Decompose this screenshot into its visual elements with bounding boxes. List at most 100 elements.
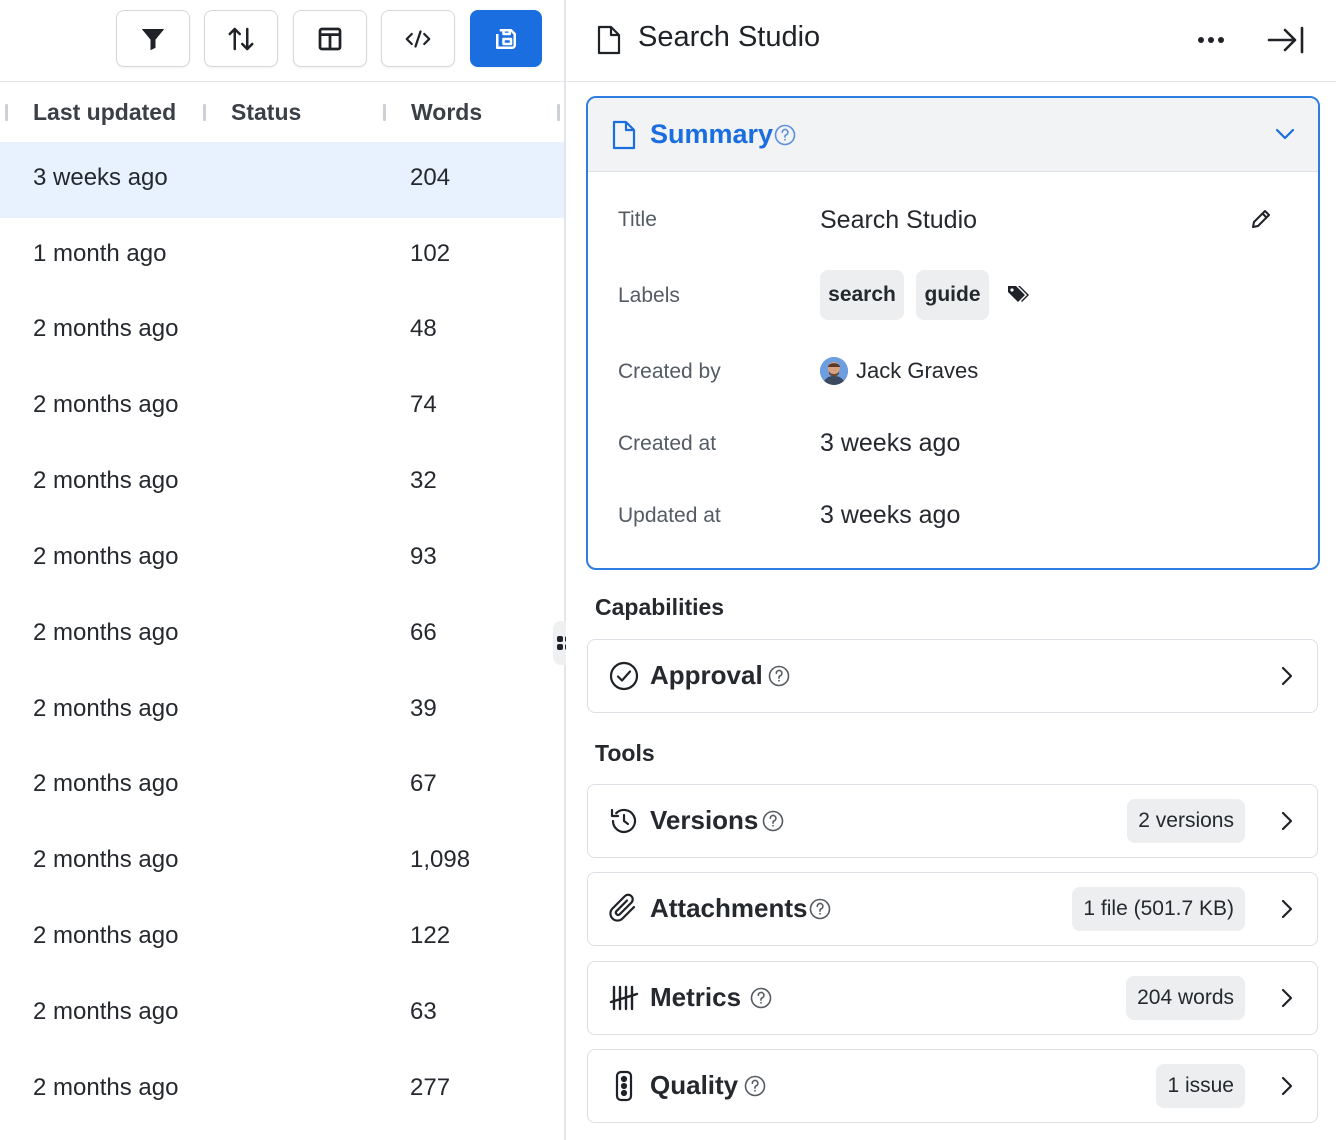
created-at-value: 3 weeks ago [820, 429, 961, 457]
summary-heading: Summary [650, 119, 774, 149]
versions-badge: 2 versions [1127, 799, 1245, 843]
label-chip[interactable]: search [820, 270, 904, 320]
updated-at-value: 3 weeks ago [820, 501, 961, 529]
label-chip[interactable]: guide [916, 270, 989, 320]
table-row[interactable]: 1 month ago 102 [0, 218, 564, 294]
save-icon [496, 28, 516, 49]
help-icon[interactable] [744, 1075, 766, 1097]
table-row[interactable]: 2 months ago 32 [0, 445, 564, 521]
cell-last-updated: 2 months ago [33, 619, 179, 646]
created-by-label: Created by [618, 360, 721, 383]
more-options-icon[interactable] [1196, 30, 1226, 50]
chevron-right-icon [1281, 1076, 1293, 1096]
table-row[interactable]: 2 months ago 93 [0, 521, 564, 597]
cell-words: 1,098 [410, 846, 471, 873]
column-header-last-updated[interactable]: Last updated [33, 99, 176, 126]
summary-header[interactable]: Summary [588, 98, 1318, 172]
cell-words: 67 [410, 770, 437, 797]
results-table-pane: Last updated Status Words 3 weeks ago 204… [0, 0, 564, 1140]
table-row[interactable]: 3 weeks ago 204 [0, 142, 564, 218]
cell-words: 122 [410, 922, 451, 949]
table-row[interactable]: 2 months ago 39 [0, 673, 564, 749]
cell-last-updated: 2 months ago [33, 391, 179, 418]
cell-last-updated: 2 months ago [33, 998, 179, 1025]
labels-label: Labels [618, 284, 680, 307]
detail-header: Search Studio [566, 0, 1336, 82]
attachments-card[interactable]: Attachments 1 file (501.7 KB) [587, 872, 1318, 946]
chevron-right-icon [1281, 666, 1293, 686]
table-row[interactable]: 2 months ago 122 [0, 900, 564, 976]
cell-words: 63 [410, 998, 437, 1025]
filter-icon [141, 28, 165, 50]
table-row[interactable]: 2 months ago 277 [0, 1052, 564, 1128]
chevron-right-icon [1281, 988, 1293, 1008]
column-resize-handle[interactable] [5, 104, 8, 121]
help-icon[interactable] [762, 810, 784, 832]
help-icon[interactable] [768, 665, 790, 687]
cell-last-updated: 2 months ago [33, 695, 179, 722]
collapse-panel-icon[interactable] [1266, 24, 1306, 56]
capabilities-heading: Capabilities [595, 594, 725, 620]
user-avatar-icon [820, 357, 848, 385]
cell-words: 66 [410, 619, 437, 646]
detail-panel: Search Studio Summary Title Search Studi… [566, 0, 1336, 1140]
sort-button[interactable] [204, 10, 278, 67]
table-row[interactable]: 2 months ago 63 [0, 976, 564, 1052]
table-row[interactable]: 2 months ago 67 [0, 748, 564, 824]
approval-card[interactable]: Approval [587, 639, 1318, 713]
metrics-title: Metrics [650, 982, 742, 1012]
columns-button[interactable] [293, 10, 367, 67]
column-header-status[interactable]: Status [231, 99, 301, 126]
table-header: Last updated Status Words [0, 83, 564, 142]
quality-title: Quality [650, 1070, 739, 1100]
cell-words: 204 [410, 164, 451, 191]
metrics-card[interactable]: Metrics 204 words [587, 961, 1318, 1035]
cell-last-updated: 2 months ago [33, 543, 179, 570]
paperclip-icon [609, 893, 636, 922]
created-by-value[interactable]: Jack Graves [856, 358, 978, 384]
cell-last-updated: 2 months ago [33, 922, 179, 949]
cell-words: 39 [410, 695, 437, 722]
quality-card[interactable]: Quality 1 issue [587, 1049, 1318, 1123]
document-icon [597, 25, 621, 55]
cell-words: 32 [410, 467, 437, 494]
column-resize-handle[interactable] [203, 104, 206, 121]
help-icon[interactable] [750, 987, 772, 1009]
check-circle-icon [609, 661, 639, 691]
document-icon [612, 120, 636, 150]
code-view-button[interactable] [381, 10, 455, 67]
save-view-button[interactable] [470, 10, 542, 67]
quality-badge: 1 issue [1156, 1064, 1245, 1108]
table-toolbar [0, 0, 564, 82]
column-resize-handle[interactable] [557, 104, 560, 121]
versions-card[interactable]: Versions 2 versions [587, 784, 1318, 858]
cell-words: 102 [410, 240, 451, 267]
attachments-title: Attachments [650, 893, 808, 923]
approval-title: Approval [650, 660, 763, 690]
column-header-words[interactable]: Words [411, 99, 482, 126]
edit-pencil-icon[interactable] [1249, 207, 1273, 231]
title-label: Title [618, 208, 657, 231]
cell-words: 277 [410, 1074, 451, 1101]
chevron-right-icon [1281, 811, 1293, 831]
table-row[interactable]: 2 months ago 74 [0, 369, 564, 445]
table-row[interactable]: 2 months ago 48 [0, 293, 564, 369]
table-row[interactable]: 2 months ago 1,098 [0, 824, 564, 900]
tally-icon [609, 985, 639, 1011]
cell-last-updated: 2 months ago [33, 846, 179, 873]
filter-button[interactable] [116, 10, 190, 67]
columns-icon [318, 27, 342, 50]
cell-last-updated: 2 months ago [33, 467, 179, 494]
help-icon[interactable] [774, 124, 796, 146]
versions-title: Versions [650, 805, 759, 835]
attachments-badge: 1 file (501.7 KB) [1072, 887, 1245, 931]
help-icon[interactable] [809, 898, 831, 920]
table-row[interactable]: 2 months ago 66 [0, 597, 564, 673]
tags-icon[interactable] [1006, 283, 1030, 305]
cell-last-updated: 2 months ago [33, 1074, 179, 1101]
detail-title: Search Studio [638, 21, 821, 53]
chevron-down-icon[interactable] [1274, 126, 1296, 142]
cell-last-updated: 3 weeks ago [33, 164, 168, 191]
summary-card: Summary Title Search Studio Labels searc… [586, 96, 1320, 570]
column-resize-handle[interactable] [383, 104, 386, 121]
